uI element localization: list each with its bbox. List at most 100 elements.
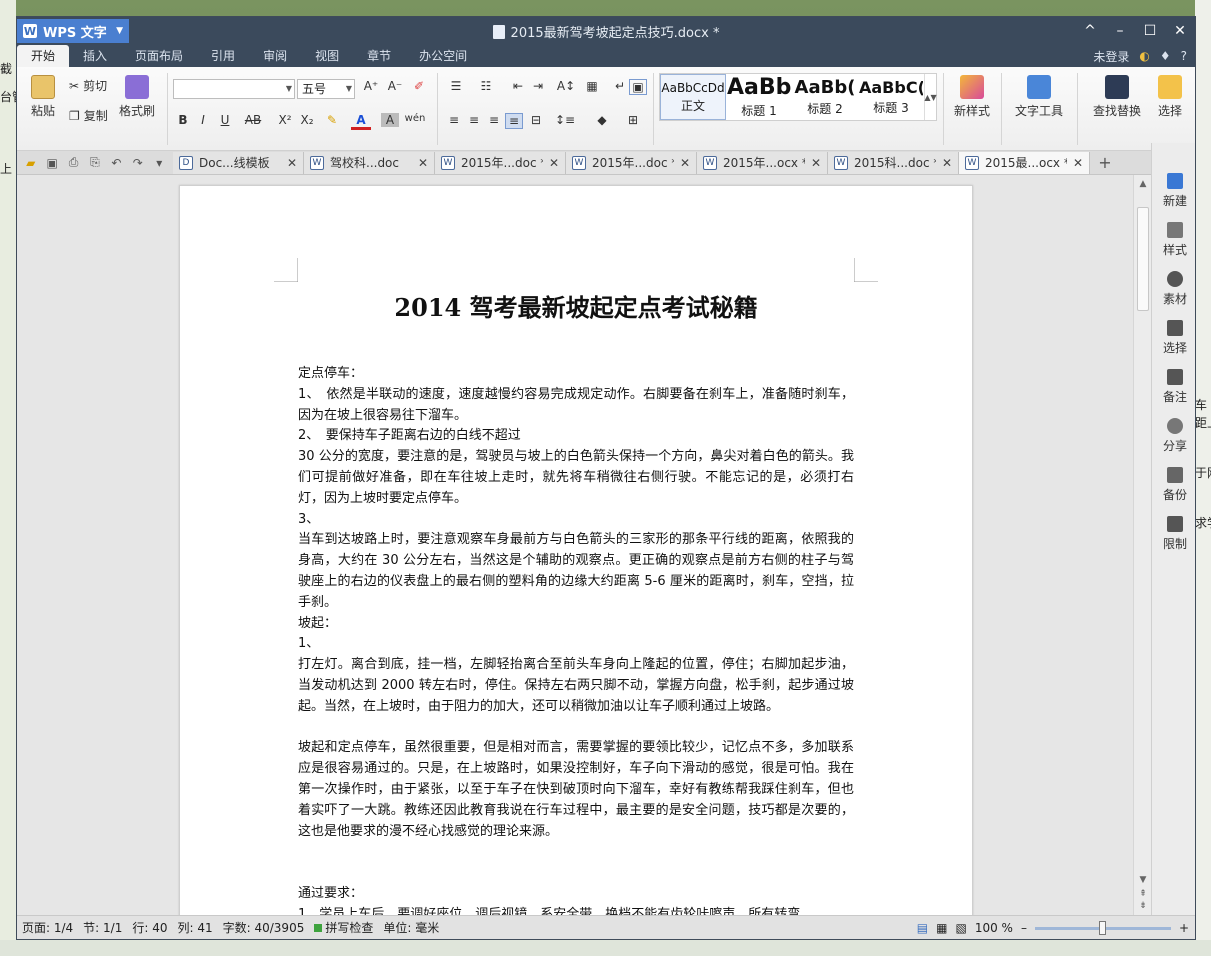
font-name-combo[interactable]: ▼ [173, 79, 295, 99]
select-button[interactable]: 选择 [1153, 75, 1187, 119]
sidepanel-restrict[interactable]: 限制 [1152, 516, 1195, 552]
table-grid-icon[interactable]: ▦ [583, 79, 601, 93]
paragraph-mark-icon[interactable]: ↵ [611, 79, 629, 93]
login-link[interactable]: 未登录 [1093, 48, 1129, 65]
phonetic-guide-icon[interactable]: wén [403, 113, 427, 124]
doc-tab[interactable]: W 2015年...ocx * ✕ [697, 151, 828, 174]
find-replace-button[interactable]: 查找替换 [1087, 75, 1147, 119]
shading-fill-icon[interactable]: ◆ [589, 113, 615, 127]
prev-page-icon[interactable]: ⇞ [1134, 889, 1152, 899]
copy-button[interactable]: ❐ 复制 [69, 107, 108, 124]
sidepanel-share[interactable]: 分享 [1152, 418, 1195, 454]
align-left-icon[interactable]: ≡ [445, 113, 463, 127]
new-style-button[interactable]: 新样式 [947, 75, 997, 119]
status-unit[interactable]: 单位: 毫米 [378, 919, 444, 936]
style-heading-2[interactable]: AaBb( 标题 2 [792, 74, 858, 120]
tab-chapter[interactable]: 章节 [353, 45, 405, 67]
doc-tab[interactable]: W 驾校科...doc ✕ [304, 151, 435, 174]
font-color-icon[interactable]: A [351, 113, 371, 130]
close-tab-icon[interactable]: ✕ [942, 156, 952, 170]
text-tools-button[interactable]: 文字工具 [1007, 75, 1071, 119]
increase-indent-icon[interactable]: ⇥ [529, 79, 547, 93]
zoom-slider-knob[interactable] [1099, 920, 1107, 935]
sidepanel-backup[interactable]: 备份 [1152, 467, 1195, 503]
cut-button[interactable]: ✂ 剪切 [69, 77, 107, 94]
tab-home[interactable]: 开始 [17, 45, 70, 67]
justify-icon[interactable]: ≡ [505, 113, 523, 129]
page-view-icon[interactable]: ▤ [917, 921, 928, 935]
tab-references[interactable]: 引用 [197, 45, 249, 67]
format-painter-button[interactable]: 格式刷 [117, 75, 157, 119]
status-page[interactable]: 页面: 1/4 [17, 919, 78, 936]
tab-insert[interactable]: 插入 [69, 45, 121, 67]
sidepanel-materials[interactable]: 素材 [1152, 271, 1195, 307]
customize-chevron-icon[interactable]: ▾ [152, 156, 167, 170]
save-icon[interactable]: ▣ [44, 156, 59, 170]
strikethrough-icon[interactable]: AB [241, 113, 265, 127]
close-tab-icon[interactable]: ✕ [418, 156, 428, 170]
distributed-align-icon[interactable]: ⊟ [527, 113, 545, 127]
text-direction-icon[interactable]: A↕ [555, 79, 577, 93]
shrink-font-icon[interactable]: A⁻ [385, 79, 405, 93]
zoom-in-icon[interactable]: + [1179, 921, 1189, 935]
zoom-out-icon[interactable]: – [1021, 921, 1027, 935]
close-button[interactable]: ✕ [1165, 17, 1195, 45]
doc-tab[interactable]: D Doc...线模板 ✕ [173, 151, 304, 174]
doc-tab[interactable]: W 2015年...doc * ✕ [435, 151, 566, 174]
align-center-icon[interactable]: ≡ [465, 113, 483, 127]
sidepanel-comment[interactable]: 备注 [1152, 369, 1195, 405]
style-heading-3[interactable]: AaBbC( 标题 3 [858, 74, 924, 120]
close-tab-icon[interactable]: ✕ [287, 156, 297, 170]
bullet-list-icon[interactable]: ☰ [445, 79, 467, 93]
tab-office-space[interactable]: 办公空间 [405, 45, 481, 67]
align-right-icon[interactable]: ≡ [485, 113, 503, 127]
vertical-scrollbar[interactable]: ▲ ▼ ⇞ ⇟ [1133, 175, 1151, 917]
spellcheck-toggle[interactable]: 拼写检查 [309, 919, 378, 936]
line-spacing-icon[interactable]: ↕≡ [553, 113, 577, 127]
close-tab-icon[interactable]: ✕ [680, 156, 690, 170]
scroll-down-icon[interactable]: ▼ [1134, 875, 1152, 885]
status-wordcount[interactable]: 字数: 40/3905 [218, 919, 310, 936]
highlight-icon[interactable]: ✎ [321, 113, 343, 127]
subscript-icon[interactable]: X₂ [297, 113, 317, 127]
italic-icon[interactable]: I [195, 113, 211, 127]
borders-icon[interactable]: ⊞ [621, 113, 645, 127]
shirt-icon[interactable]: ♦ [1160, 49, 1171, 63]
bold-icon[interactable]: B [175, 113, 191, 127]
close-tab-icon[interactable]: ✕ [811, 156, 821, 170]
sidepanel-select[interactable]: 选择 [1152, 320, 1195, 356]
doc-tab[interactable]: W 2015年...doc * ✕ [566, 151, 697, 174]
font-size-combo[interactable]: 五号 ▼ [297, 79, 355, 99]
close-tab-icon[interactable]: ✕ [1073, 156, 1083, 170]
undo-icon[interactable]: ↶ [109, 156, 124, 170]
char-shading-icon[interactable]: A [381, 113, 399, 127]
next-page-icon[interactable]: ⇟ [1134, 901, 1152, 911]
decrease-indent-icon[interactable]: ⇤ [509, 79, 527, 93]
superscript-icon[interactable]: X² [275, 113, 295, 127]
zoom-level[interactable]: 100 % [975, 921, 1013, 935]
skin-icon[interactable]: ◐ [1139, 49, 1149, 63]
tab-page-layout[interactable]: 页面布局 [121, 45, 197, 67]
clear-format-icon[interactable]: ✐ [409, 79, 429, 93]
minimize-button[interactable]: – [1105, 17, 1135, 45]
show-hide-icon[interactable]: ▣ [629, 79, 647, 95]
collapse-ribbon-button[interactable]: ^ [1075, 17, 1105, 45]
app-menu-button[interactable]: W WPS 文字 ▼ [17, 19, 129, 43]
maximize-button[interactable]: ☐ [1135, 17, 1165, 45]
doc-tab[interactable]: W 2015科...doc * ✕ [828, 151, 959, 174]
scroll-up-icon[interactable]: ▲ [1134, 179, 1152, 189]
style-normal[interactable]: AaBbCcDd 正文 [660, 74, 726, 120]
grow-font-icon[interactable]: A⁺ [361, 79, 381, 93]
tab-review[interactable]: 审阅 [249, 45, 301, 67]
sidepanel-new[interactable]: 新建 [1152, 173, 1195, 209]
doc-tab-active[interactable]: W 2015最...ocx * ✕ [959, 151, 1090, 174]
sidepanel-styles[interactable]: 样式 [1152, 222, 1195, 258]
numbered-list-icon[interactable]: ☷ [475, 79, 497, 93]
print-icon[interactable]: ⎙ [66, 155, 81, 170]
help-button[interactable]: ? [1181, 49, 1187, 63]
close-tab-icon[interactable]: ✕ [549, 156, 559, 170]
paste-button[interactable]: 粘贴 [23, 75, 63, 119]
web-view-icon[interactable]: ▦ [936, 921, 947, 935]
outline-view-icon[interactable]: ▧ [955, 921, 966, 935]
open-folder-icon[interactable]: ▰ [23, 156, 38, 170]
